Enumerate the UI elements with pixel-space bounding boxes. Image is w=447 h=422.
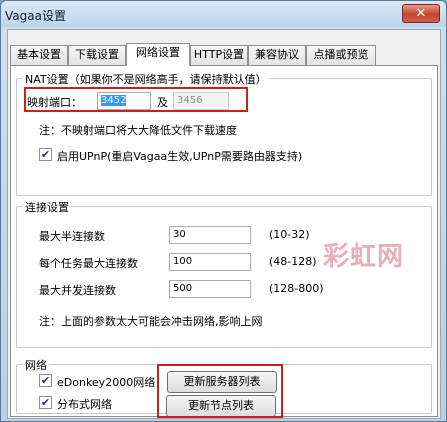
title-bar[interactable]: Vagaa设置 ✕ [1, 1, 446, 27]
check-icon: ✔ [40, 148, 51, 161]
edonkey-checkbox[interactable]: ✔ [39, 374, 52, 387]
tab-vod[interactable]: 点播或预览 [306, 45, 376, 65]
per-task-connections-input[interactable]: 100 [169, 253, 251, 271]
distributed-label: 分布式网络 [57, 398, 112, 411]
per-task-connections-value: 100 [173, 256, 193, 267]
port-input[interactable]: 3452 [97, 92, 151, 110]
max-concurrent-value: 500 [173, 283, 193, 294]
edonkey-label: eDonkey2000网络 [57, 376, 156, 389]
close-button[interactable]: ✕ [402, 4, 440, 23]
tab-download[interactable]: 下载设置 [68, 45, 126, 65]
half-connections-input[interactable]: 30 [169, 226, 251, 244]
max-concurrent-range: (128-800) [269, 282, 324, 295]
network-settings-panel: NAT设置（如果你不是网络高手，请保持默认值） 映射端口： 3452 及 345… [10, 65, 438, 418]
port-value: 3452 [101, 95, 127, 106]
max-concurrent-label: 最大并发连接数 [39, 284, 116, 297]
connection-group-title: 连接设置 [23, 199, 71, 215]
port-label: 映射端口： [27, 96, 82, 109]
tab-basic[interactable]: 基本设置 [10, 45, 68, 65]
window-title: Vagaa设置 [5, 9, 66, 23]
nat-group: NAT设置（如果你不是网络高手，请保持默认值） 映射端口： 3452 及 345… [16, 71, 432, 196]
tab-network[interactable]: 网络设置 [126, 43, 190, 66]
tab-strip: 基本设置 下载设置 网络设置 HTTP设置 兼容协议 点播或预览 [10, 43, 440, 66]
upnp-checkbox[interactable]: ✔ [39, 148, 52, 161]
port2-value: 3456 [177, 95, 203, 106]
nat-group-title: NAT设置（如果你不是网络高手，请保持默认值） [23, 71, 269, 87]
and-label: 及 [157, 96, 168, 109]
nat-note: 注：不映射端口将大大降低文件下载速度 [39, 124, 237, 137]
port2-input: 3456 [173, 92, 229, 110]
distributed-checkbox[interactable]: ✔ [39, 396, 52, 409]
tab-compat[interactable]: 兼容协议 [248, 45, 306, 65]
network-group-title: 网络 [23, 357, 49, 373]
check-icon: ✔ [40, 374, 51, 387]
tab-http[interactable]: HTTP设置 [190, 45, 248, 65]
update-nodes-button[interactable]: 更新节点列表 [166, 395, 276, 417]
per-task-connections-range: (48-128) [269, 255, 317, 268]
connection-note: 注：上面的参数太大可能会冲击网络,影响上网 [39, 315, 263, 328]
connection-group: 连接设置 最大半连接数 30 (10-32) 每个任务最大连接数 100 (48… [16, 199, 432, 348]
upnp-label: 启用UPnP(重启Vagaa生效,UPnP需要路由器支持) [57, 150, 303, 163]
client-area: 基本设置 下载设置 网络设置 HTTP设置 兼容协议 点播或预览 NAT设置（如… [7, 29, 441, 419]
close-icon: ✕ [415, 6, 427, 21]
update-servers-button[interactable]: 更新服务器列表 [167, 371, 277, 393]
settings-window: Vagaa设置 ✕ 基本设置 下载设置 网络设置 HTTP设置 兼容协议 点播或… [0, 0, 447, 422]
half-connections-label: 最大半连接数 [39, 230, 105, 243]
watermark-logo: 彩虹网 [323, 242, 405, 272]
per-task-connections-label: 每个任务最大连接数 [39, 257, 138, 270]
check-icon: ✔ [40, 396, 51, 409]
max-concurrent-input[interactable]: 500 [169, 280, 251, 298]
half-connections-value: 30 [173, 229, 186, 240]
half-connections-range: (10-32) [269, 228, 310, 241]
